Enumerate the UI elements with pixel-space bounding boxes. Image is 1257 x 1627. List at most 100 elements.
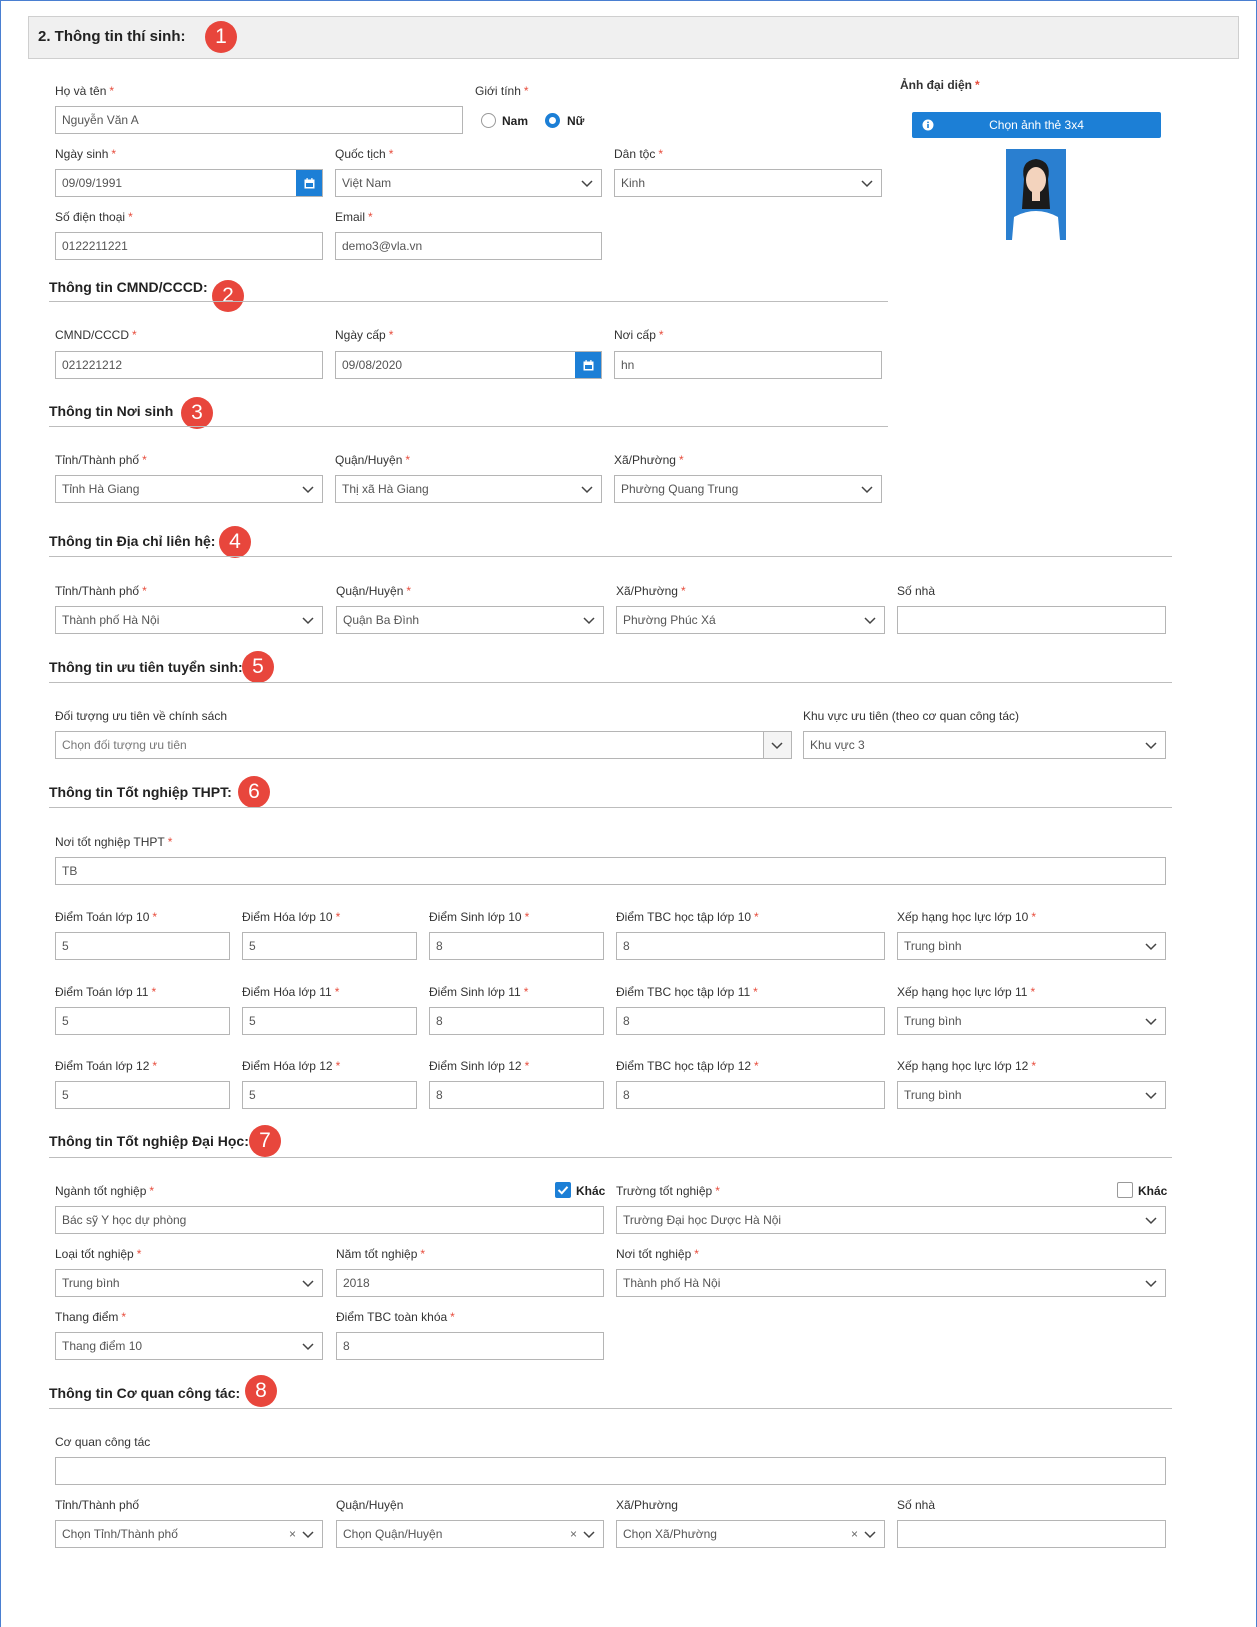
contact-province-select[interactable]: Thành phố Hà Nội xyxy=(55,606,323,634)
area-label: Khu vực ưu tiên (theo cơ quan công tác) xyxy=(803,709,1020,723)
choose-photo-button[interactable]: Chọn ảnh thẻ 3x4 xyxy=(912,112,1161,138)
chevron-down-icon xyxy=(581,486,593,494)
avg-input[interactable]: 8 xyxy=(616,1007,885,1035)
contact-house-label: Số nhà xyxy=(897,584,936,598)
contact-house-input[interactable] xyxy=(897,606,1166,634)
school-select[interactable]: Trường Đại học Dược Hà Nội xyxy=(616,1206,1166,1234)
divider xyxy=(49,1408,1172,1409)
chevron-down-icon xyxy=(864,1531,876,1539)
birth-province-label: Tỉnh/Thành phố * xyxy=(55,453,147,467)
grad-type-select[interactable]: Trung bình xyxy=(55,1269,323,1297)
math-label: Điểm Toán lớp 12 * xyxy=(55,1059,158,1073)
choose-photo-label: Chọn ảnh thẻ 3x4 xyxy=(989,118,1084,132)
ethnicity-label: Dân tộc * xyxy=(614,147,664,161)
id-section-title: Thông tin CMND/CCCD: xyxy=(49,279,208,295)
chem-input[interactable]: 5 xyxy=(242,1007,417,1035)
contact-ward-select[interactable]: Phường Phúc Xá xyxy=(616,606,885,634)
nationality-label: Quốc tịch * xyxy=(335,147,394,161)
work-district-label: Quận/Huyện xyxy=(336,1498,404,1512)
major-other-checkbox[interactable] xyxy=(555,1182,571,1198)
work-section-title: Thông tin Cơ quan công tác: xyxy=(49,1385,241,1401)
birth-province-select[interactable]: Tỉnh Hà Giang xyxy=(55,475,323,503)
chevron-down-icon xyxy=(861,180,873,188)
chevron-down-icon xyxy=(581,180,593,188)
chem-label: Điểm Hóa lớp 10 * xyxy=(242,910,341,924)
calendar-icon[interactable] xyxy=(575,352,601,378)
issue-place-input[interactable]: hn xyxy=(614,351,882,379)
birth-ward-select[interactable]: Phường Quang Trung xyxy=(614,475,882,503)
divider xyxy=(49,1157,1172,1158)
highschool-section-title: Thông tin Tốt nghiệp THPT: xyxy=(49,784,232,800)
calendar-icon[interactable] xyxy=(296,170,322,196)
grad-type-label: Loại tốt nghiệp * xyxy=(55,1247,142,1261)
avg-label: Điểm TBC học tập lớp 12 * xyxy=(616,1059,759,1073)
org-input[interactable] xyxy=(55,1457,1166,1485)
major-other-label: Khác xyxy=(576,1184,606,1198)
avg-input[interactable]: 8 xyxy=(616,1081,885,1109)
work-ward-select[interactable]: Chọn Xã/Phường × xyxy=(616,1520,885,1548)
chem-input[interactable]: 5 xyxy=(242,1081,417,1109)
grad-year-input[interactable]: 2018 xyxy=(336,1269,604,1297)
phone-input[interactable]: 0122211221 xyxy=(55,232,323,260)
gpa-label: Điểm TBC toàn khóa * xyxy=(336,1310,455,1324)
bio-input[interactable]: 8 xyxy=(429,932,604,960)
work-province-select[interactable]: Chọn Tỉnh/Thành phố × xyxy=(55,1520,323,1548)
id-number-input[interactable]: 021221212 xyxy=(55,351,323,379)
bio-label: Điểm Sinh lớp 12 * xyxy=(429,1059,530,1073)
hs-place-input[interactable]: TB xyxy=(55,857,1166,885)
rank-select[interactable]: Trung bình xyxy=(897,1081,1166,1109)
dob-input[interactable]: 09/09/1991 xyxy=(55,169,323,197)
name-input[interactable]: Nguyễn Văn A xyxy=(55,106,463,134)
math-input[interactable]: 5 xyxy=(55,1081,230,1109)
rank-label: Xếp hạng học lực lớp 11 * xyxy=(897,985,1036,999)
major-input[interactable]: Bác sỹ Y học dự phòng xyxy=(55,1206,604,1234)
chevron-down-icon xyxy=(302,1280,314,1288)
chevron-down-icon xyxy=(302,1343,314,1351)
math-input[interactable]: 5 xyxy=(55,932,230,960)
math-input[interactable]: 5 xyxy=(55,1007,230,1035)
contact-district-label: Quận/Huyện * xyxy=(336,584,412,598)
birth-district-label: Quận/Huyện * xyxy=(335,453,411,467)
step-badge: 5 xyxy=(242,651,274,683)
clear-icon[interactable]: × xyxy=(851,1521,858,1547)
work-district-select[interactable]: Chọn Quận/Huyện × xyxy=(336,1520,604,1548)
rank-select[interactable]: Trung bình xyxy=(897,932,1166,960)
chem-label: Điểm Hóa lớp 12 * xyxy=(242,1059,341,1073)
gender-male-radio[interactable] xyxy=(481,113,496,128)
school-other-label: Khác xyxy=(1138,1184,1168,1198)
gpa-input[interactable]: 8 xyxy=(336,1332,604,1360)
scale-select[interactable]: Thang điểm 10 xyxy=(55,1332,323,1360)
org-label: Cơ quan công tác xyxy=(55,1435,151,1449)
bio-input[interactable]: 8 xyxy=(429,1081,604,1109)
checkmark-icon xyxy=(557,1186,569,1195)
school-other-checkbox[interactable] xyxy=(1117,1182,1133,1198)
clear-icon[interactable]: × xyxy=(289,1521,296,1547)
gender-female-radio[interactable] xyxy=(545,113,560,128)
rank-select[interactable]: Trung bình xyxy=(897,1007,1166,1035)
birthplace-section-title: Thông tin Nơi sinh xyxy=(49,403,174,419)
divider xyxy=(49,556,1172,557)
email-input[interactable]: demo3@vla.vn xyxy=(335,232,602,260)
chem-input[interactable]: 5 xyxy=(242,932,417,960)
step-badge: 1 xyxy=(205,21,237,53)
issue-date-input[interactable]: 09/08/2020 xyxy=(335,351,602,379)
gender-female-label: Nữ xyxy=(567,114,585,128)
birth-ward-label: Xã/Phường * xyxy=(614,453,684,467)
priority-section-title: Thông tin ưu tiên tuyển sinh: xyxy=(49,659,243,675)
clear-icon[interactable]: × xyxy=(570,1521,577,1547)
policy-select[interactable]: Chọn đối tượng ưu tiên xyxy=(55,731,792,759)
contact-district-select[interactable]: Quận Ba Đình xyxy=(336,606,604,634)
grad-place-select[interactable]: Thành phố Hà Nội xyxy=(616,1269,1166,1297)
bio-input[interactable]: 8 xyxy=(429,1007,604,1035)
divider xyxy=(49,301,888,302)
nationality-select[interactable]: Việt Nam xyxy=(335,169,602,197)
birth-district-select[interactable]: Thị xã Hà Giang xyxy=(335,475,602,503)
hs-place-label: Nơi tốt nghiệp THPT * xyxy=(55,835,173,849)
chevron-down-icon xyxy=(1145,943,1157,951)
work-house-input[interactable] xyxy=(897,1520,1166,1548)
work-province-label: Tỉnh/Thành phố xyxy=(55,1498,140,1512)
avg-input[interactable]: 8 xyxy=(616,932,885,960)
bio-label: Điểm Sinh lớp 10 * xyxy=(429,910,530,924)
ethnicity-select[interactable]: Kinh xyxy=(614,169,882,197)
area-select[interactable]: Khu vực 3 xyxy=(803,731,1166,759)
